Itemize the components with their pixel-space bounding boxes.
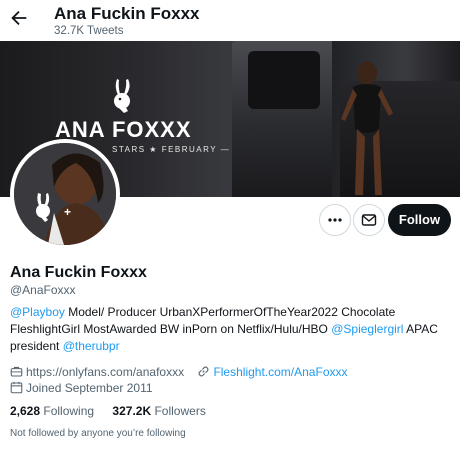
following-link[interactable]: 2,628 Following <box>10 404 94 418</box>
follow-stats: 2,628 Following 327.2K Followers <box>10 404 221 418</box>
followers-count: 327.2K <box>112 404 152 418</box>
more-options-button[interactable] <box>319 204 351 236</box>
car-window <box>248 51 320 109</box>
banner-figure <box>341 61 393 195</box>
bio-mention-therubpr[interactable]: @therubpr <box>63 339 120 353</box>
profile-handle: @AnaFoxxx <box>10 283 76 297</box>
tweet-count: 32.7K Tweets <box>54 25 124 37</box>
avatar[interactable]: + <box>10 139 120 249</box>
followers-link[interactable]: 327.2K Followers <box>112 404 205 418</box>
not-followed-note: Not followed by anyone you’re following <box>10 428 186 439</box>
website-link[interactable]: Fleshlight.com/AnaFoxxx <box>197 365 348 380</box>
envelope-icon <box>361 214 377 226</box>
back-arrow-icon[interactable] <box>8 7 30 29</box>
category-text: https://onlyfans.com/anafoxxx <box>26 365 185 379</box>
bio-mention-playboy[interactable]: @Playboy <box>10 305 65 319</box>
banner-tagline: STARS ★ FEBRUARY — <box>112 145 231 154</box>
profile-name: Ana Fuckin Foxxx <box>10 264 147 281</box>
more-dots-icon <box>328 218 342 222</box>
following-count: 2,628 <box>10 404 41 418</box>
following-label: Following <box>43 404 95 418</box>
profile-meta-row: https://onlyfans.com/anafoxxx Fleshlight… <box>10 365 358 380</box>
briefcase-icon <box>10 366 23 377</box>
calendar-icon <box>10 381 23 394</box>
joined-text: Joined September 2011 <box>26 381 153 395</box>
profile-bio: @Playboy Model/ Producer UrbanXPerformer… <box>10 304 450 355</box>
header-title: Ana Fuckin Foxxx <box>54 4 200 23</box>
link-icon <box>198 366 209 377</box>
message-button[interactable] <box>353 204 385 236</box>
svg-text:+: + <box>64 205 71 219</box>
website-text[interactable]: Fleshlight.com/AnaFoxxx <box>213 365 347 379</box>
follow-button[interactable]: Follow <box>388 204 451 236</box>
joined-date: Joined September 2011 <box>10 381 153 396</box>
followers-label: Followers <box>154 404 206 418</box>
bunny-logo-icon <box>114 79 130 113</box>
professional-category: https://onlyfans.com/anafoxxx <box>10 365 184 380</box>
bio-mention-spieglergirl[interactable]: @Spieglergirl <box>331 322 403 336</box>
profile-header-bar: Ana Fuckin Foxxx 32.7K Tweets <box>0 0 460 41</box>
